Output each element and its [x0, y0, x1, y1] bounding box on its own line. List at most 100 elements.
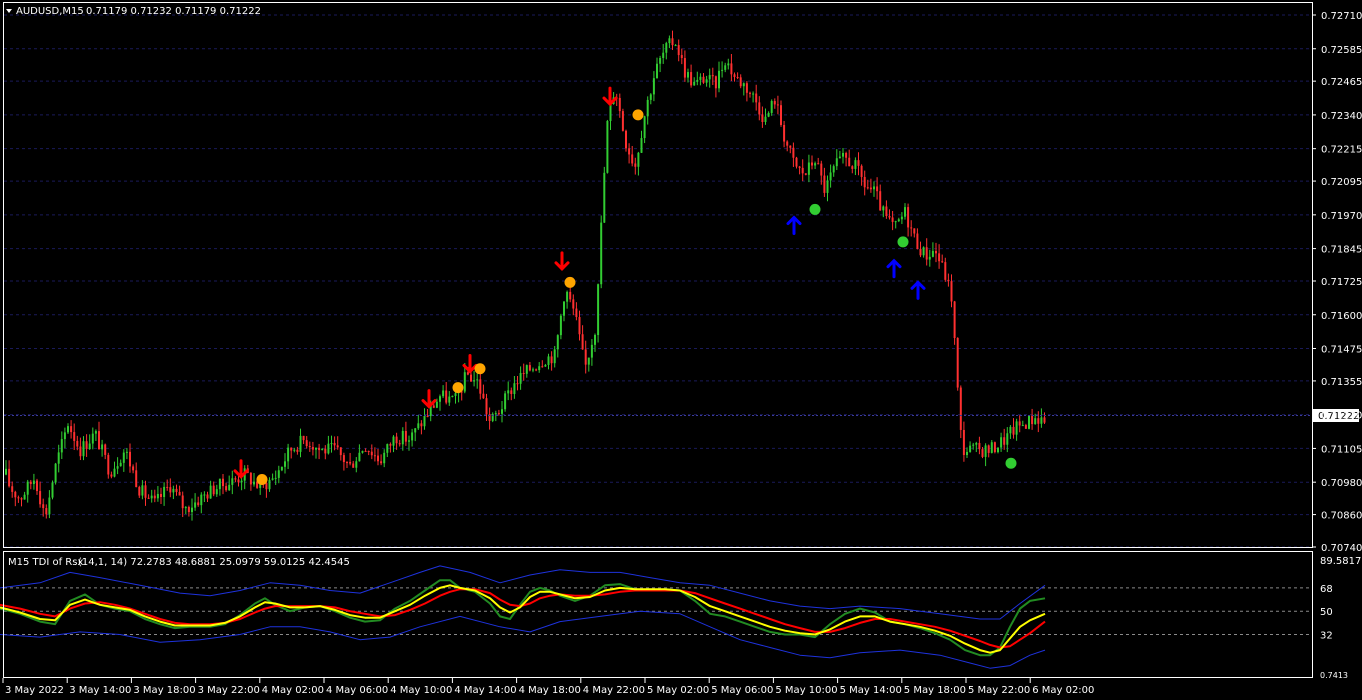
bull-candle-body	[609, 104, 612, 121]
bear-candle-body	[39, 491, 42, 505]
bear-candle-body	[857, 160, 860, 166]
bear-candle-body	[714, 76, 717, 89]
bear-candle-body	[956, 337, 959, 388]
bull-candle-body	[200, 494, 203, 506]
bear-candle-body	[249, 472, 252, 485]
level-label: 50	[1320, 607, 1333, 618]
bear-candle-body	[445, 390, 448, 403]
bear-candle-body	[625, 130, 627, 149]
bull-candle-body	[94, 431, 97, 434]
bear-candle-body	[42, 504, 45, 509]
bear-candle-body	[851, 166, 854, 169]
price-tick-label: 0.72095	[1321, 177, 1362, 188]
bear-candle-body	[367, 451, 370, 453]
bull-candle-body	[414, 428, 417, 433]
bull-candle-body	[693, 81, 696, 86]
indicator-params: (14,1, 14) 72.2783 48.6881 25.0979 59.01…	[78, 557, 350, 568]
bear-candle-body	[845, 152, 848, 158]
bull-candle-body	[590, 344, 593, 358]
bear-candle-body	[736, 77, 739, 79]
bear-candle-body	[104, 444, 107, 455]
bear-candle-body	[169, 487, 172, 493]
time-tick-label: 5 May 18:00	[904, 685, 966, 696]
bull-candle-body	[361, 450, 364, 453]
bull-candle-body	[122, 452, 125, 463]
bear-candle-body	[85, 441, 88, 449]
bull-candle-body	[854, 160, 857, 169]
price-tick-label: 0.71600	[1321, 311, 1362, 322]
bull-candle-body	[280, 466, 283, 471]
bear-candle-body	[398, 443, 401, 445]
bull-candle-body	[321, 448, 324, 451]
bull-candle-body	[327, 443, 330, 454]
indicator-top-value: 89.5817	[1320, 556, 1361, 567]
bear-candle-body	[14, 491, 17, 498]
bear-candle-body	[938, 253, 941, 262]
bear-candle-body	[786, 141, 789, 146]
chart-canvas[interactable]: 685032 0.71222 AUDUSD,M15 0.71179 0.7123…	[0, 0, 1362, 700]
bear-candle-body	[817, 163, 820, 165]
bull-candle-body	[277, 470, 280, 478]
bull-candle-body	[873, 186, 875, 190]
price-tick-label: 0.71970	[1321, 211, 1362, 222]
bear-candle-body	[187, 507, 190, 513]
bull-candle-body	[1028, 415, 1030, 429]
bull-candle-body	[116, 466, 119, 469]
bull-candle-body	[67, 426, 69, 433]
bull-candle-body	[637, 152, 640, 167]
bull-candle-body	[240, 480, 243, 483]
bear-candle-body	[907, 207, 910, 228]
bear-candle-body	[175, 488, 178, 492]
bull-candle-body	[597, 284, 600, 335]
bull-candle-body	[408, 440, 410, 442]
bull-candle-body	[1040, 417, 1043, 424]
orange-signal-dot	[564, 276, 576, 288]
bull-candle-body	[271, 478, 274, 480]
bull-candle-body	[507, 390, 510, 394]
bull-candle-body	[5, 468, 7, 475]
bull-candle-body	[284, 461, 286, 467]
bull-candle-body	[696, 79, 699, 82]
bear-candle-body	[584, 349, 587, 365]
bull-candle-body	[566, 291, 569, 302]
bear-candle-body	[510, 390, 513, 394]
bull-candle-body	[646, 99, 649, 117]
bear-candle-body	[36, 480, 38, 492]
bull-candle-body	[563, 301, 565, 316]
orange-signal-dot	[452, 382, 464, 394]
level-label: 68	[1320, 584, 1333, 595]
bull-candle-body	[594, 334, 596, 345]
bull-candle-body	[990, 442, 993, 453]
bear-candle-body	[380, 461, 383, 464]
bear-candle-body	[572, 299, 575, 309]
bull-candle-body	[770, 101, 773, 113]
bull-candle-body	[674, 45, 677, 47]
bull-candle-body	[838, 156, 841, 159]
bear-candle-body	[296, 449, 299, 452]
bull-candle-body	[274, 477, 277, 479]
bull-candle-body	[600, 222, 603, 285]
bear-candle-body	[891, 217, 894, 222]
bull-candle-body	[832, 166, 835, 173]
bear-candle-body	[773, 101, 776, 105]
time-tick-label: 5 May 06:00	[711, 685, 773, 696]
bear-candle-body	[795, 157, 798, 167]
bull-candle-body	[91, 433, 94, 444]
bull-candle-body	[330, 443, 333, 445]
bear-candle-body	[339, 447, 342, 456]
bear-candle-body	[581, 334, 584, 350]
bear-candle-body	[879, 191, 882, 211]
bear-candle-body	[811, 162, 813, 166]
bull-candle-body	[54, 463, 57, 483]
bull-candle-body	[392, 436, 395, 446]
bear-candle-body	[888, 216, 891, 218]
level-label: 32	[1320, 631, 1333, 642]
bear-candle-body	[860, 165, 863, 177]
bull-candle-body	[767, 112, 770, 117]
bear-candle-body	[73, 432, 76, 441]
bull-candle-body	[922, 247, 925, 256]
bear-candle-body	[541, 366, 544, 368]
bull-candle-body	[826, 180, 829, 193]
time-tick-label: 4 May 14:00	[454, 685, 516, 696]
bear-candle-body	[755, 93, 758, 103]
